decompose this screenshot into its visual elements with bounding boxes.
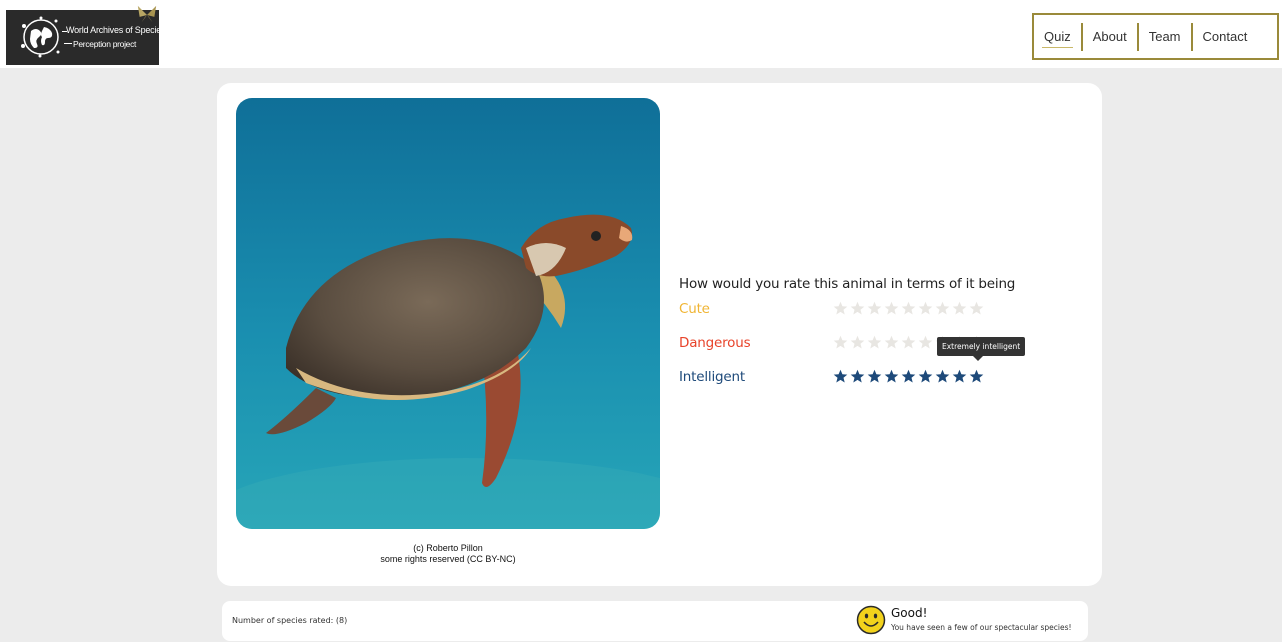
caption-credit: (c) Roberto Pillon <box>413 543 483 553</box>
nav-about[interactable]: About <box>1083 29 1137 44</box>
star-icon[interactable] <box>901 369 916 384</box>
star-icon[interactable] <box>850 369 865 384</box>
star-icon[interactable] <box>850 335 865 350</box>
star-icon[interactable] <box>918 369 933 384</box>
rating-label-intelligent: Intelligent <box>679 369 745 385</box>
rating-label-cute: Cute <box>679 301 710 317</box>
star-icon[interactable] <box>935 301 950 316</box>
sea-turtle-image <box>236 98 660 529</box>
star-icon[interactable] <box>884 369 899 384</box>
star-rating-cute[interactable] <box>833 301 988 319</box>
globe-icon <box>21 16 60 58</box>
logo-line <box>64 43 72 44</box>
nav-contact[interactable]: Contact <box>1193 29 1258 44</box>
star-icon[interactable] <box>833 301 848 316</box>
star-icon[interactable] <box>833 369 848 384</box>
quiz-card: (c) Roberto Pillon some rights reserved … <box>217 83 1102 586</box>
star-icon[interactable] <box>867 301 882 316</box>
star-icon[interactable] <box>884 335 899 350</box>
main-nav: Quiz About Team Contact <box>1032 13 1279 60</box>
star-icon[interactable] <box>935 369 950 384</box>
rating-question: How would you rate this animal in terms … <box>679 276 1016 292</box>
progress-footer: Number of species rated: (8) Good! You h… <box>222 601 1088 641</box>
logo-subtitle: Perception project <box>73 39 137 49</box>
species-photo <box>236 98 660 529</box>
rating-label-dangerous: Dangerous <box>679 335 751 351</box>
species-count: Number of species rated: (8) <box>232 616 348 625</box>
nav-quiz[interactable]: Quiz <box>1034 29 1081 48</box>
star-icon[interactable] <box>952 369 967 384</box>
photo-caption: (c) Roberto Pillon some rights reserved … <box>236 543 660 565</box>
star-icon[interactable] <box>867 335 882 350</box>
star-icon[interactable] <box>969 369 984 384</box>
moth-icon <box>137 5 157 23</box>
caption-license: some rights reserved (CC BY-NC) <box>380 554 516 564</box>
rating-tooltip: Extremely intelligent <box>937 337 1026 361</box>
star-icon[interactable] <box>969 301 984 316</box>
star-icon[interactable] <box>918 301 933 316</box>
smiley-face-icon <box>856 605 886 635</box>
top-bar: World Archives of Species Perception pro… <box>0 0 1282 68</box>
star-icon[interactable] <box>901 335 916 350</box>
star-icon[interactable] <box>867 369 882 384</box>
status-title: Good! <box>891 606 928 620</box>
star-icon[interactable] <box>833 335 848 350</box>
star-icon[interactable] <box>884 301 899 316</box>
star-icon[interactable] <box>918 335 933 350</box>
star-icon[interactable] <box>901 301 916 316</box>
logo-title: World Archives of Species <box>66 25 159 35</box>
nav-team[interactable]: Team <box>1139 29 1191 44</box>
star-rating-intelligent[interactable] <box>833 369 988 387</box>
star-icon[interactable] <box>952 301 967 316</box>
status-message: You have seen a few of our spectacular s… <box>891 623 1072 632</box>
star-icon[interactable] <box>850 301 865 316</box>
